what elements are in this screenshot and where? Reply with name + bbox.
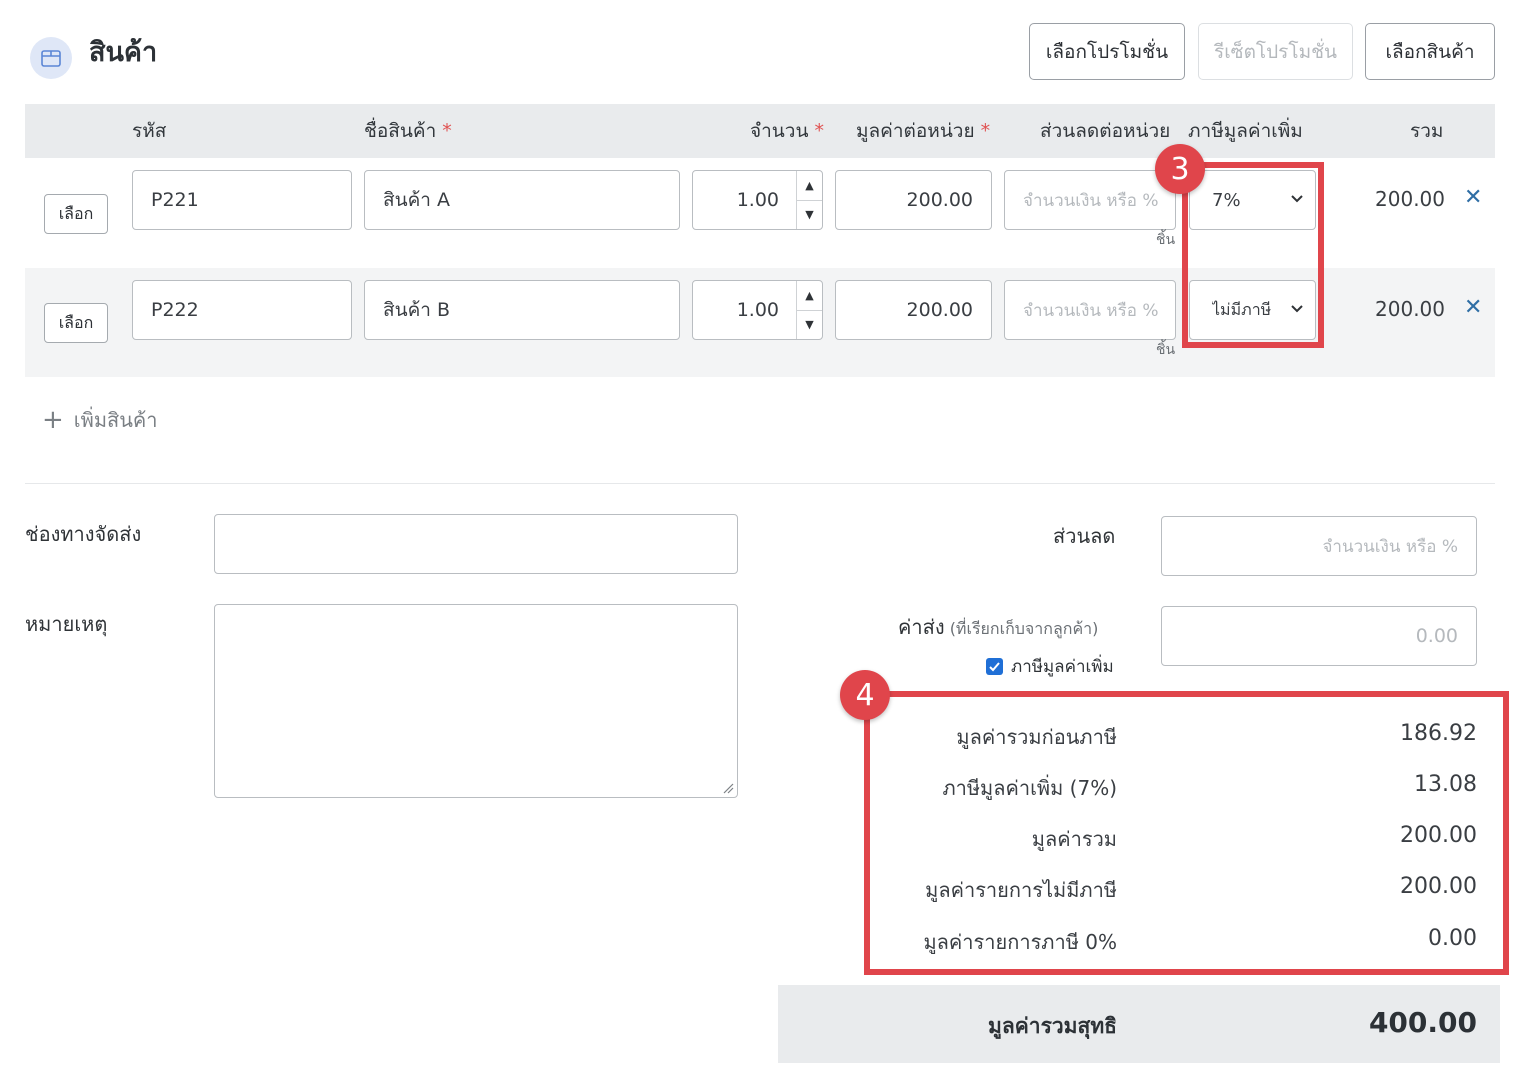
product-name-input[interactable]: สินค้า B bbox=[364, 280, 680, 340]
quantity-stepper[interactable]: 1.00 ▲ ▼ bbox=[692, 170, 823, 230]
highlight-box-summary bbox=[864, 691, 1509, 975]
product-code-input[interactable]: P221 bbox=[132, 170, 352, 230]
add-item-label: เพิ่มสินค้า bbox=[73, 408, 158, 432]
row-select-button[interactable]: เลือก bbox=[44, 303, 108, 343]
shipping-channel-input[interactable] bbox=[214, 514, 738, 574]
highlight-box-vat bbox=[1182, 162, 1324, 348]
column-header-code: รหัส bbox=[132, 120, 167, 142]
resize-handle-icon[interactable] bbox=[722, 782, 734, 794]
increment-icon[interactable]: ▲ bbox=[797, 171, 822, 201]
select-promotion-button[interactable]: เลือกโปรโมชั่น bbox=[1029, 23, 1185, 80]
quantity-value[interactable]: 1.00 bbox=[693, 281, 797, 339]
product-name-input[interactable]: สินค้า A bbox=[364, 170, 680, 230]
row-select-button[interactable]: เลือก bbox=[44, 194, 108, 234]
column-header-name: ชื่อสินค้า * bbox=[364, 120, 452, 142]
shipping-fee-input[interactable]: 0.00 bbox=[1161, 606, 1477, 666]
vat-checkbox-label: ภาษีมูลค่าเพิ่ม bbox=[1011, 657, 1114, 677]
discount-input[interactable]: จำนวนเงิน หรือ % bbox=[1004, 170, 1176, 230]
row-total: 200.00 bbox=[1375, 187, 1445, 211]
note-textarea[interactable] bbox=[214, 604, 738, 798]
row-total: 200.00 bbox=[1375, 297, 1445, 321]
order-discount-input[interactable]: จำนวนเงิน หรือ % bbox=[1161, 516, 1477, 576]
column-header-qty: จำนวน * bbox=[750, 120, 824, 142]
increment-icon[interactable]: ▲ bbox=[797, 281, 822, 311]
discount-label: ส่วนลด bbox=[1053, 524, 1116, 548]
net-total-label: มูลค่ารวมสุทธิ bbox=[988, 1014, 1117, 1038]
reset-promotion-button[interactable]: รีเซ็ตโปรโมชั่น bbox=[1198, 23, 1353, 80]
note-label: หมายเหตุ bbox=[25, 612, 108, 636]
shipping-channel-label: ช่องทางจัดส่ง bbox=[25, 522, 142, 546]
unit-label: ชิ้น bbox=[1156, 342, 1176, 358]
select-product-button[interactable]: เลือกสินค้า bbox=[1365, 23, 1495, 80]
step-badge-3: 3 bbox=[1155, 144, 1205, 194]
checkbox-checked-icon[interactable] bbox=[986, 658, 1003, 675]
add-item-button[interactable]: + เพิ่มสินค้า bbox=[42, 404, 158, 436]
page-title: สินค้า bbox=[89, 37, 158, 68]
column-header-discount: ส่วนลดต่อหน่วย bbox=[1040, 120, 1171, 142]
column-header-vat: ภาษีมูลค่าเพิ่ม bbox=[1188, 120, 1303, 142]
net-total-value: 400.00 bbox=[1368, 1006, 1477, 1039]
quantity-value[interactable]: 1.00 bbox=[693, 171, 797, 229]
discount-input[interactable]: จำนวนเงิน หรือ % bbox=[1004, 280, 1176, 340]
decrement-icon[interactable]: ▼ bbox=[797, 311, 822, 340]
decrement-icon[interactable]: ▼ bbox=[797, 201, 822, 230]
unit-price-input[interactable]: 200.00 bbox=[835, 170, 992, 230]
box-icon bbox=[30, 37, 72, 79]
divider bbox=[25, 483, 1495, 484]
column-header-total: รวม bbox=[1410, 120, 1444, 142]
unit-label: ชิ้น bbox=[1156, 232, 1176, 248]
vat-checkbox[interactable]: ภาษีมูลค่าเพิ่ม bbox=[986, 653, 1114, 680]
column-header-unit-price: มูลค่าต่อหน่วย * bbox=[856, 120, 991, 142]
remove-row-icon[interactable]: ✕ bbox=[1464, 295, 1482, 320]
plus-icon: + bbox=[42, 405, 64, 435]
step-badge-4: 4 bbox=[840, 670, 890, 720]
quantity-stepper[interactable]: 1.00 ▲ ▼ bbox=[692, 280, 823, 340]
unit-price-input[interactable]: 200.00 bbox=[835, 280, 992, 340]
remove-row-icon[interactable]: ✕ bbox=[1464, 185, 1482, 210]
product-code-input[interactable]: P222 bbox=[132, 280, 352, 340]
shipping-fee-label: ค่าส่ง (ที่เรียกเก็บจากลูกค้า) bbox=[898, 615, 1099, 639]
